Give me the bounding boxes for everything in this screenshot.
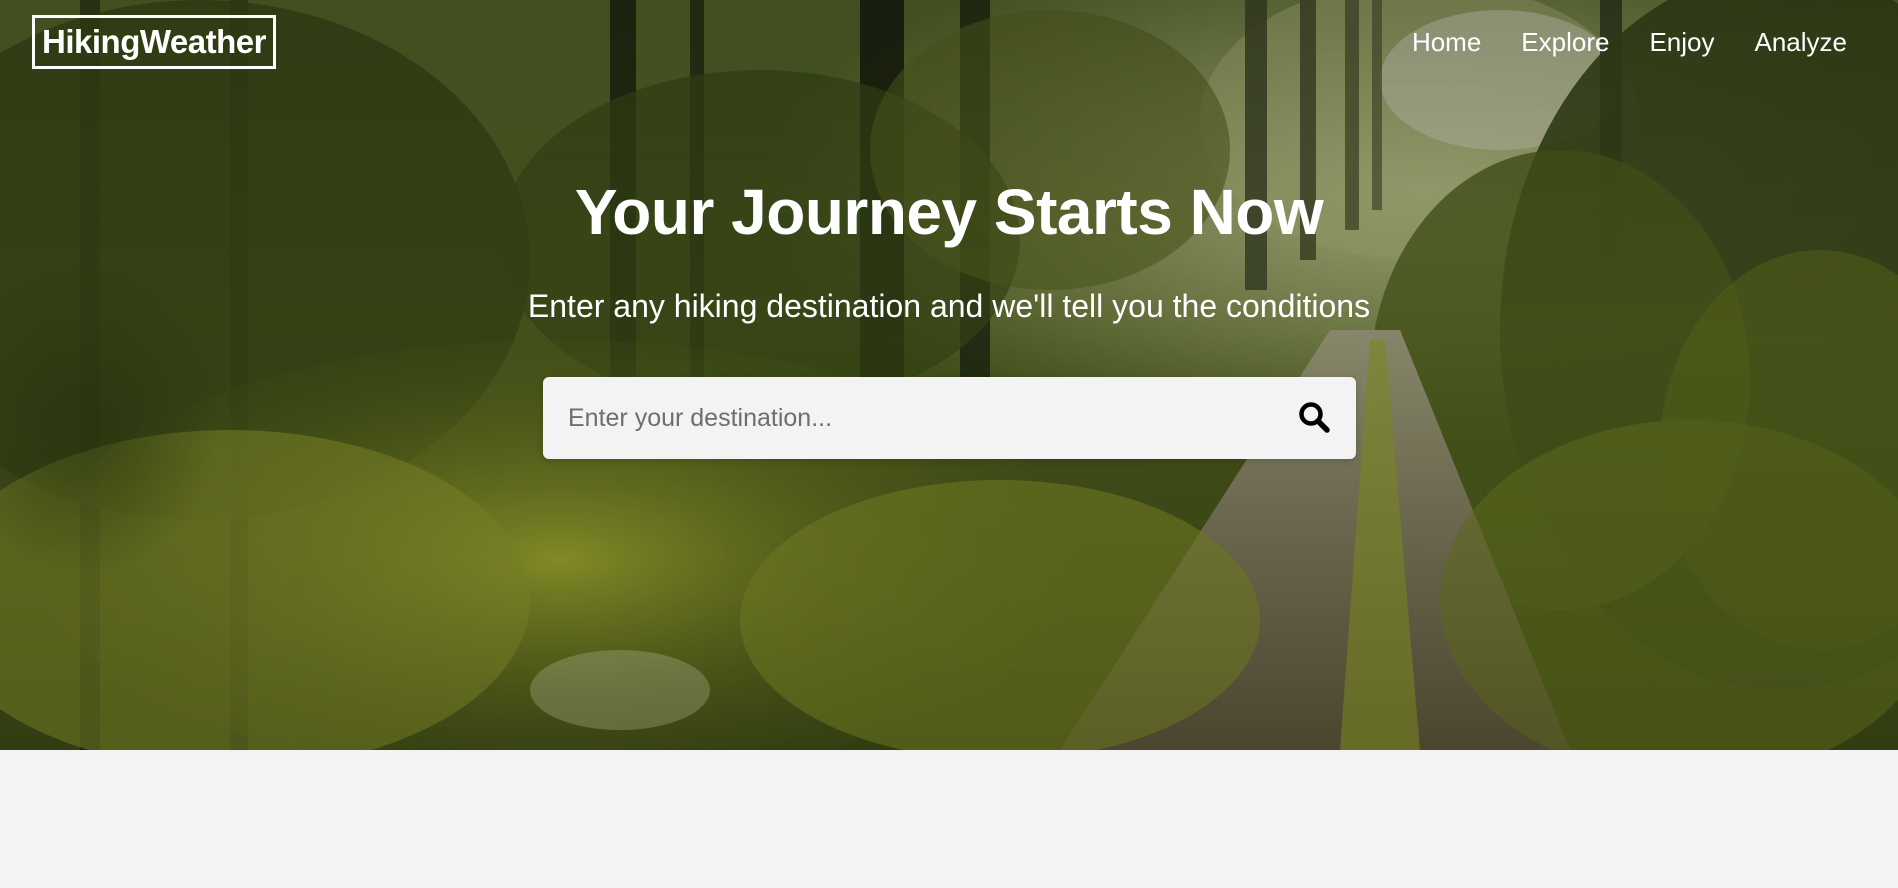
- destination-search-input[interactable]: [543, 377, 1283, 459]
- search-icon: [1299, 402, 1330, 433]
- logo[interactable]: HikingWeather: [32, 15, 276, 69]
- hero-subtitle: Enter any hiking destination and we'll t…: [527, 288, 1371, 324]
- navbar: HikingWeather Home Explore Enjoy Analyze: [0, 0, 1898, 84]
- content-area: [0, 750, 1898, 888]
- hero-overlay: [0, 0, 1898, 750]
- nav-link-enjoy[interactable]: Enjoy: [1649, 22, 1714, 62]
- nav-links: Home Explore Enjoy Analyze: [1412, 22, 1847, 62]
- nav-link-explore[interactable]: Explore: [1521, 22, 1609, 62]
- nav-link-analyze[interactable]: Analyze: [1755, 22, 1848, 62]
- hero-section: HikingWeather Home Explore Enjoy Analyze…: [0, 0, 1898, 750]
- search-button[interactable]: [1296, 399, 1334, 437]
- search-box: [543, 377, 1356, 459]
- hero-title: Your Journey Starts Now: [574, 176, 1324, 248]
- nav-link-home[interactable]: Home: [1412, 22, 1481, 62]
